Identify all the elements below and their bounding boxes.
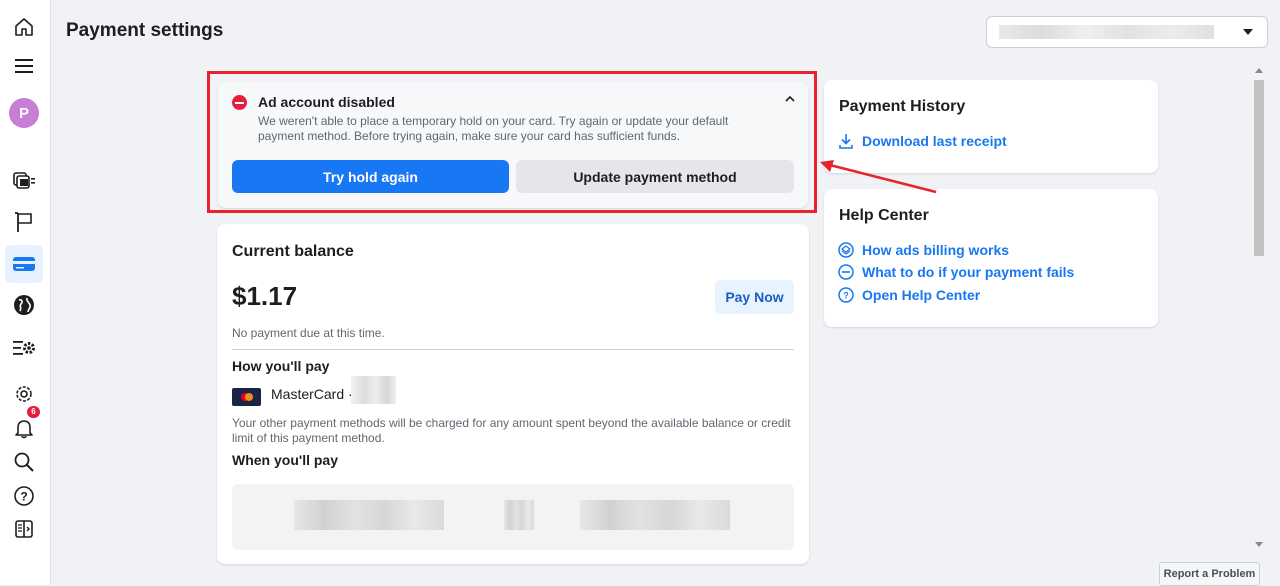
annotation-arrow: [820, 160, 937, 194]
left-sidebar: P 6 ?: [0, 0, 51, 585]
question-circle-icon: ?: [838, 287, 854, 303]
minus-circle-icon: [838, 264, 854, 280]
redacted-schedule-text: [504, 500, 534, 530]
annotation-highlight-box: [207, 71, 817, 213]
menu-icon[interactable]: [5, 47, 43, 85]
how-youll-pay-title: How you'll pay: [232, 358, 330, 374]
page-scrollbar[interactable]: [1253, 68, 1267, 553]
balance-amount: $1.17: [232, 281, 298, 311]
scroll-down-arrow-icon[interactable]: [1255, 542, 1263, 547]
help-link-label: Open Help Center: [862, 287, 981, 303]
account-selector[interactable]: [986, 16, 1268, 48]
mastercard-icon: [232, 388, 261, 406]
help-link-payment-fails[interactable]: What to do if your payment fails: [838, 264, 1074, 280]
help-center-card: Help Center How ads billing works What t…: [824, 189, 1158, 327]
download-last-receipt-link[interactable]: Download last receipt: [838, 133, 1007, 149]
current-balance-card: Current balance $1.17 Pay Now No payment…: [217, 224, 809, 564]
help-link-how-ads-billing-works[interactable]: How ads billing works: [838, 242, 1009, 258]
avatar-initial: P: [9, 98, 39, 128]
sidebar-toggle-icon[interactable]: [5, 510, 43, 548]
campaigns-icon[interactable]: [5, 162, 43, 200]
balance-title: Current balance: [232, 243, 354, 260]
payment-method-label: MasterCard ·: [271, 386, 353, 402]
payment-schedule-box: [232, 484, 794, 550]
svg-text:?: ?: [20, 490, 27, 504]
redacted-schedule-text: [580, 500, 730, 530]
help-center-title: Help Center: [839, 207, 929, 224]
help-link-open-help-center[interactable]: ? Open Help Center: [838, 287, 980, 303]
chevron-down-icon: [1243, 29, 1253, 35]
billing-card-icon[interactable]: [5, 245, 43, 283]
search-icon[interactable]: [5, 443, 43, 481]
notification-badge: 6: [27, 406, 40, 418]
download-icon: [839, 134, 853, 149]
download-last-receipt-label: Download last receipt: [862, 133, 1007, 149]
redacted-schedule-text: [294, 500, 444, 530]
payment-history-title: Payment History: [839, 98, 966, 115]
scroll-up-arrow-icon[interactable]: [1255, 68, 1263, 73]
divider: [232, 349, 794, 350]
redacted-account-name: [999, 25, 1214, 39]
globe-icon[interactable]: [5, 286, 43, 324]
redacted-card-number: [351, 376, 396, 404]
report-a-problem-button[interactable]: Report a Problem: [1159, 562, 1260, 586]
billing-help-icon: [838, 242, 854, 258]
svg-text:?: ?: [843, 291, 849, 301]
when-youll-pay-title: When you'll pay: [232, 452, 339, 468]
scrollbar-thumb[interactable]: [1254, 80, 1264, 256]
pay-now-button[interactable]: Pay Now: [715, 280, 794, 314]
help-link-label: How ads billing works: [862, 242, 1010, 258]
payment-method-note: Your other payment methods will be charg…: [232, 416, 791, 445]
home-icon[interactable]: [5, 8, 43, 46]
flag-icon[interactable]: [5, 203, 43, 241]
help-link-label: What to do if your payment fails: [862, 264, 1075, 280]
balance-note: No payment due at this time.: [232, 326, 385, 340]
ad-settings-icon[interactable]: [5, 329, 43, 367]
bell-icon[interactable]: 6: [5, 406, 43, 447]
page-title: Payment settings: [66, 20, 224, 41]
avatar[interactable]: P: [5, 94, 43, 132]
